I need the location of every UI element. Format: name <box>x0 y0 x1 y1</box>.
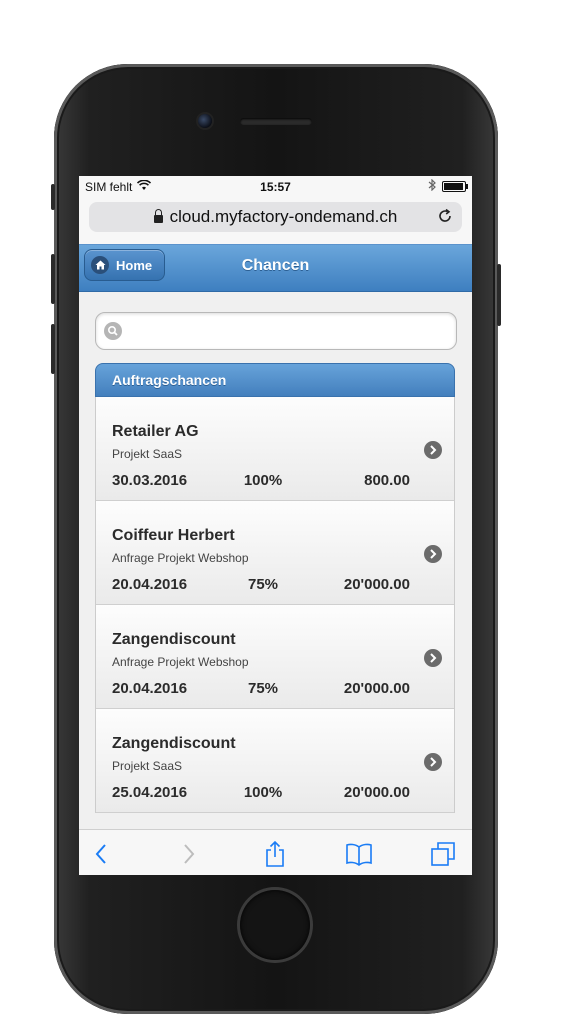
list-item[interactable]: Coiffeur Herbert Anfrage Projekt Webshop… <box>96 501 454 605</box>
item-subtitle: Projekt SaaS <box>112 447 183 461</box>
list-item[interactable]: Retailer AG Projekt SaaS 30.03.2016 100%… <box>96 397 454 501</box>
search-icon <box>104 322 122 340</box>
volume-up-button <box>51 254 55 304</box>
clock: 15:57 <box>260 180 291 194</box>
power-button <box>497 264 501 326</box>
status-bar: SIM fehlt 15:57 <box>79 176 472 198</box>
tabs-icon[interactable] <box>429 840 457 868</box>
mute-switch <box>51 184 55 210</box>
item-name: Coiffeur Herbert <box>112 527 235 544</box>
phone-screen: SIM fehlt 15:57 cloud.myfactory-ondemand… <box>79 176 472 875</box>
page-title: Chancen <box>241 257 310 274</box>
item-amount: 20'000.00 <box>343 576 410 593</box>
item-percent: 100% <box>243 472 283 489</box>
lock-icon <box>153 209 163 223</box>
share-icon[interactable] <box>261 840 289 868</box>
item-date: 20.04.2016 <box>112 680 188 697</box>
chevron-right-circle-icon[interactable] <box>424 545 442 563</box>
item-subtitle: Anfrage Projekt Webshop <box>112 655 249 669</box>
battery-fill <box>444 183 463 190</box>
page-header: Home Chancen <box>79 244 472 292</box>
search-input[interactable] <box>126 317 450 345</box>
url-text: cloud.myfactory-ondemand.ch <box>169 207 398 226</box>
item-amount: 20'000.00 <box>343 784 410 801</box>
item-date: 20.04.2016 <box>112 576 188 593</box>
item-percent: 75% <box>247 576 279 593</box>
battery-icon <box>442 181 468 192</box>
list-item[interactable]: Zangendiscount Projekt SaaS 25.04.2016 1… <box>96 709 454 813</box>
item-subtitle: Anfrage Projekt Webshop <box>112 551 249 565</box>
forward-icon[interactable] <box>175 840 203 868</box>
reload-icon[interactable] <box>436 207 454 225</box>
volume-down-button <box>51 324 55 374</box>
list-item[interactable]: Zangendiscount Anfrage Projekt Webshop 2… <box>96 605 454 709</box>
chevron-right-circle-icon[interactable] <box>424 753 442 771</box>
front-camera <box>198 114 212 128</box>
item-percent: 100% <box>243 784 283 801</box>
item-subtitle: Projekt SaaS <box>112 759 183 773</box>
item-date: 30.03.2016 <box>112 472 188 489</box>
item-amount: 800.00 <box>364 472 410 489</box>
item-name: Zangendiscount <box>112 735 236 752</box>
browser-address-area: cloud.myfactory-ondemand.ch <box>79 198 472 244</box>
search-box[interactable] <box>95 312 457 350</box>
address-bar[interactable]: cloud.myfactory-ondemand.ch <box>89 202 462 232</box>
bookmarks-icon[interactable] <box>345 840 373 868</box>
chevron-right-circle-icon[interactable] <box>424 649 442 667</box>
item-percent: 75% <box>247 680 279 697</box>
item-name: Retailer AG <box>112 423 199 440</box>
item-date: 25.04.2016 <box>112 784 188 801</box>
list-heading: Auftragschancen <box>95 363 455 397</box>
opportunity-list: Retailer AG Projekt SaaS 30.03.2016 100%… <box>95 397 455 813</box>
item-name: Zangendiscount <box>112 631 236 648</box>
item-amount: 20'000.00 <box>343 680 410 697</box>
browser-toolbar <box>79 829 472 875</box>
bluetooth-icon <box>428 178 436 194</box>
back-icon[interactable] <box>87 840 115 868</box>
chevron-right-circle-icon[interactable] <box>424 441 442 459</box>
hardware-home-button[interactable] <box>240 890 310 960</box>
earpiece-speaker <box>240 118 312 125</box>
